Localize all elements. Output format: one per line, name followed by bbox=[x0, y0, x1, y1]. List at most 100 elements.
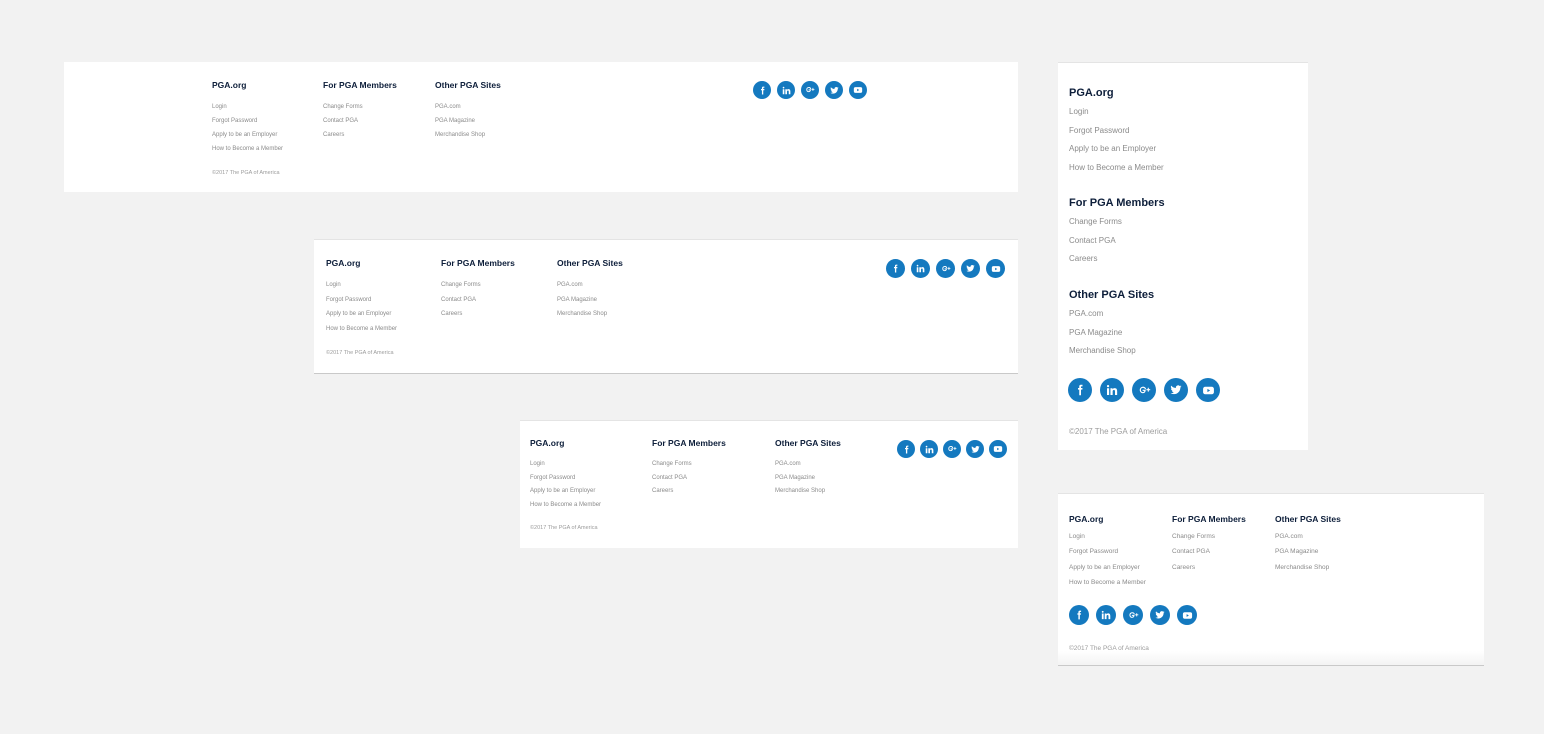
youtube-icon[interactable] bbox=[1196, 378, 1220, 402]
forgot-password-link[interactable]: Forgot Password bbox=[1069, 544, 1146, 559]
copyright-text: ©2017 The PGA of America bbox=[212, 170, 280, 176]
contact-pga-link[interactable]: Contact PGA bbox=[1172, 544, 1246, 559]
careers-link[interactable]: Careers bbox=[441, 307, 515, 322]
merchandise-shop-link[interactable]: Merchandise Shop bbox=[435, 128, 501, 142]
pga-magazine-link[interactable]: PGA Magazine bbox=[775, 472, 841, 486]
social-icons bbox=[1069, 605, 1197, 625]
pga-com-link[interactable]: PGA.com bbox=[1069, 305, 1154, 324]
apply-employer-link[interactable]: Apply to be an Employer bbox=[326, 307, 397, 322]
column-heading: PGA.org bbox=[326, 258, 361, 268]
google-plus-icon[interactable] bbox=[1123, 605, 1143, 625]
careers-link[interactable]: Careers bbox=[323, 128, 397, 142]
column-heading: Other PGA Sites bbox=[557, 258, 623, 268]
pga-com-link[interactable]: PGA.com bbox=[557, 278, 623, 293]
pga-magazine-link[interactable]: PGA Magazine bbox=[1069, 324, 1154, 343]
twitter-icon[interactable] bbox=[961, 259, 980, 278]
youtube-icon[interactable] bbox=[989, 440, 1007, 458]
youtube-icon[interactable] bbox=[1177, 605, 1197, 625]
change-forms-link[interactable]: Change Forms bbox=[441, 278, 515, 293]
careers-link[interactable]: Careers bbox=[1172, 560, 1246, 575]
login-link[interactable]: Login bbox=[212, 100, 283, 114]
linkedin-icon[interactable] bbox=[777, 81, 795, 99]
login-link[interactable]: Login bbox=[530, 458, 601, 472]
footer-column-other-sites: Other PGA Sites PGA.com PGA Magazine Mer… bbox=[435, 80, 501, 142]
footer-column-other-sites: Other PGA Sites PGA.com PGA Magazine Mer… bbox=[1275, 514, 1341, 575]
apply-employer-link[interactable]: Apply to be an Employer bbox=[530, 485, 601, 499]
linkedin-icon[interactable] bbox=[1100, 378, 1124, 402]
contact-pga-link[interactable]: Contact PGA bbox=[1069, 232, 1165, 251]
column-heading: For PGA Members bbox=[323, 80, 397, 90]
copyright-text: ©2017 The PGA of America bbox=[530, 525, 598, 531]
linkedin-icon[interactable] bbox=[1096, 605, 1116, 625]
change-forms-link[interactable]: Change Forms bbox=[652, 458, 726, 472]
youtube-icon[interactable] bbox=[849, 81, 867, 99]
pga-magazine-link[interactable]: PGA Magazine bbox=[557, 293, 623, 308]
facebook-icon[interactable] bbox=[753, 81, 771, 99]
become-member-link[interactable]: How to Become a Member bbox=[1069, 159, 1164, 178]
become-member-link[interactable]: How to Become a Member bbox=[326, 322, 397, 337]
column-heading: For PGA Members bbox=[652, 438, 726, 448]
bottom-fade bbox=[1058, 651, 1484, 665]
twitter-icon[interactable] bbox=[966, 440, 984, 458]
google-plus-icon[interactable] bbox=[936, 259, 955, 278]
change-forms-link[interactable]: Change Forms bbox=[1172, 529, 1246, 544]
footer-column-pga-members: For PGA Members Change Forms Contact PGA… bbox=[441, 258, 515, 322]
change-forms-link[interactable]: Change Forms bbox=[1069, 213, 1165, 232]
footer-column-pga-members: For PGA Members Change Forms Contact PGA… bbox=[652, 438, 726, 499]
merchandise-shop-link[interactable]: Merchandise Shop bbox=[557, 307, 623, 322]
footer-column-pga-members: For PGA Members Change Forms Contact PGA… bbox=[1069, 197, 1165, 269]
apply-employer-link[interactable]: Apply to be an Employer bbox=[212, 128, 283, 142]
column-heading: Other PGA Sites bbox=[1275, 514, 1341, 524]
contact-pga-link[interactable]: Contact PGA bbox=[652, 472, 726, 486]
pga-com-link[interactable]: PGA.com bbox=[775, 458, 841, 472]
footer-variant-tablet: PGA.org Login Forgot Password Apply to b… bbox=[520, 420, 1018, 548]
pga-com-link[interactable]: PGA.com bbox=[1275, 529, 1341, 544]
copyright-text: ©2017 The PGA of America bbox=[1069, 427, 1168, 436]
twitter-icon[interactable] bbox=[825, 81, 843, 99]
google-plus-icon[interactable] bbox=[943, 440, 961, 458]
facebook-icon[interactable] bbox=[897, 440, 915, 458]
facebook-icon[interactable] bbox=[1068, 378, 1092, 402]
google-plus-icon[interactable] bbox=[1132, 378, 1156, 402]
login-link[interactable]: Login bbox=[1069, 103, 1164, 122]
become-member-link[interactable]: How to Become a Member bbox=[212, 142, 283, 156]
login-link[interactable]: Login bbox=[1069, 529, 1146, 544]
contact-pga-link[interactable]: Contact PGA bbox=[441, 293, 515, 308]
footer-column-pga-org: PGA.org Login Forgot Password Apply to b… bbox=[326, 258, 397, 336]
forgot-password-link[interactable]: Forgot Password bbox=[1069, 122, 1164, 141]
apply-employer-link[interactable]: Apply to be an Employer bbox=[1069, 560, 1146, 575]
google-plus-icon[interactable] bbox=[801, 81, 819, 99]
contact-pga-link[interactable]: Contact PGA bbox=[323, 114, 397, 128]
footer-variant-desktop-wide: PGA.org Login Forgot Password Apply to b… bbox=[64, 62, 1018, 192]
linkedin-icon[interactable] bbox=[911, 259, 930, 278]
youtube-icon[interactable] bbox=[986, 259, 1005, 278]
merchandise-shop-link[interactable]: Merchandise Shop bbox=[1275, 560, 1341, 575]
twitter-icon[interactable] bbox=[1150, 605, 1170, 625]
pga-magazine-link[interactable]: PGA Magazine bbox=[1275, 544, 1341, 559]
footer-column-pga-org: PGA.org Login Forgot Password Apply to b… bbox=[530, 438, 601, 512]
column-heading: For PGA Members bbox=[441, 258, 515, 268]
become-member-link[interactable]: How to Become a Member bbox=[1069, 575, 1146, 590]
social-icons bbox=[897, 440, 1007, 458]
careers-link[interactable]: Careers bbox=[1069, 250, 1165, 269]
footer-variant-tablet-portrait: PGA.org Login Forgot Password Apply to b… bbox=[1058, 493, 1484, 666]
facebook-icon[interactable] bbox=[886, 259, 905, 278]
become-member-link[interactable]: How to Become a Member bbox=[530, 499, 601, 513]
facebook-icon[interactable] bbox=[1069, 605, 1089, 625]
pga-com-link[interactable]: PGA.com bbox=[435, 100, 501, 114]
merchandise-shop-link[interactable]: Merchandise Shop bbox=[775, 485, 841, 499]
twitter-icon[interactable] bbox=[1164, 378, 1188, 402]
linkedin-icon[interactable] bbox=[920, 440, 938, 458]
forgot-password-link[interactable]: Forgot Password bbox=[212, 114, 283, 128]
careers-link[interactable]: Careers bbox=[652, 485, 726, 499]
merchandise-shop-link[interactable]: Merchandise Shop bbox=[1069, 342, 1154, 361]
forgot-password-link[interactable]: Forgot Password bbox=[530, 472, 601, 486]
login-link[interactable]: Login bbox=[326, 278, 397, 293]
column-heading: Other PGA Sites bbox=[775, 438, 841, 448]
apply-employer-link[interactable]: Apply to be an Employer bbox=[1069, 140, 1164, 159]
forgot-password-link[interactable]: Forgot Password bbox=[326, 293, 397, 308]
pga-magazine-link[interactable]: PGA Magazine bbox=[435, 114, 501, 128]
column-heading: PGA.org bbox=[1069, 514, 1104, 524]
change-forms-link[interactable]: Change Forms bbox=[323, 100, 397, 114]
footer-column-other-sites: Other PGA Sites PGA.com PGA Magazine Mer… bbox=[1069, 289, 1154, 361]
